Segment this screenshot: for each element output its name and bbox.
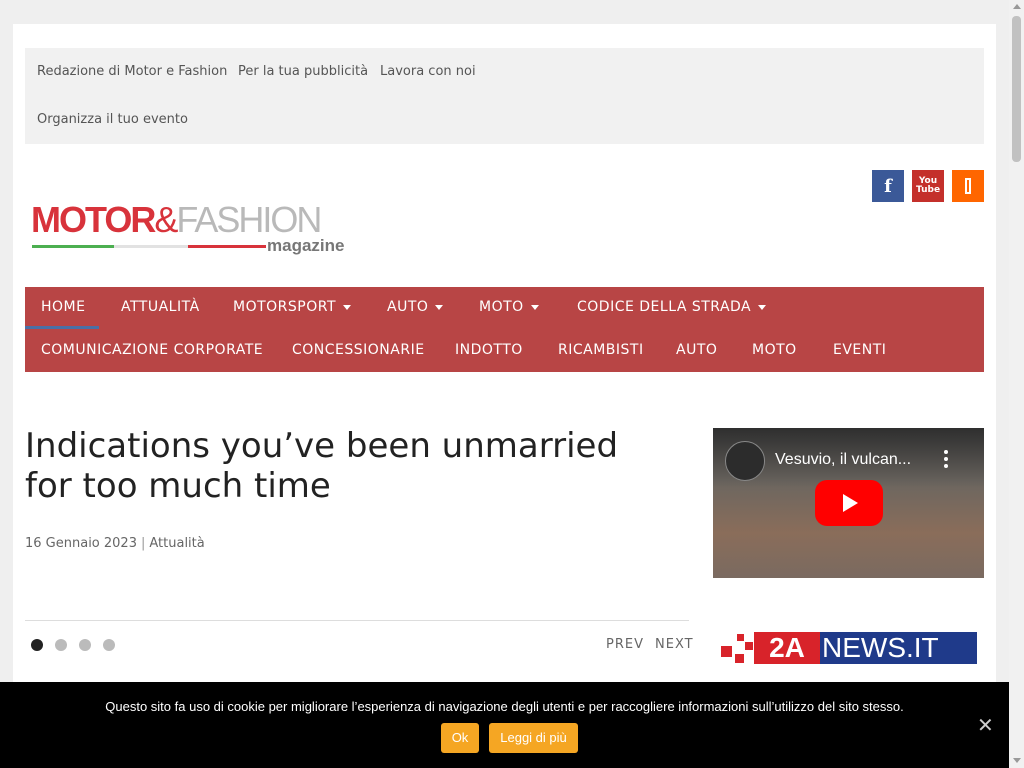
- logo-motor: MOTOR: [31, 199, 156, 240]
- caret-down-icon: [435, 304, 444, 310]
- nav-home-label: HOME: [41, 299, 86, 315]
- scrollbar-thumb[interactable]: [1012, 16, 1021, 162]
- facebook-icon[interactable]: f: [872, 170, 904, 202]
- cookie-text: Questo sito fa uso di cookie per miglior…: [105, 699, 904, 714]
- scrollbar[interactable]: [1009, 0, 1024, 768]
- nav-item-codice-strada[interactable]: CODICE DELLA STRADA: [577, 299, 767, 315]
- article-title[interactable]: Indications you’ve been unmarried for to…: [25, 426, 665, 506]
- youtube-icon[interactable]: You Tube: [912, 170, 944, 202]
- logo-amp: &: [154, 199, 178, 240]
- channel-avatar[interactable]: [725, 441, 765, 481]
- news-2a-label: 2A: [754, 632, 820, 664]
- 2anews-banner[interactable]: 2A NEWS.IT: [721, 626, 977, 668]
- close-icon[interactable]: ✕: [977, 715, 994, 735]
- top-bar: Redazione di Motor e Fashion Per la tua …: [25, 48, 984, 144]
- more-vert-icon[interactable]: [943, 450, 949, 470]
- nav-auto-label: AUTO: [387, 299, 429, 315]
- video-embed[interactable]: Vesuvio, il vulcan...: [713, 428, 984, 578]
- logo-square: [745, 642, 753, 650]
- nav-motorsport-label: MOTORSPORT: [233, 299, 337, 315]
- caret-down-icon: [758, 304, 767, 310]
- topbar-link-redazione[interactable]: Redazione di Motor e Fashion: [37, 64, 227, 79]
- site-logo[interactable]: MOTOR&FASHION magazine: [31, 200, 361, 262]
- article-category[interactable]: Attualità: [149, 536, 204, 551]
- scroll-up-arrow-icon[interactable]: [1013, 4, 1021, 9]
- slider-dot-2[interactable]: [55, 639, 67, 651]
- topbar-link-pubblicita[interactable]: Per la tua pubblicità: [238, 64, 368, 79]
- nav-item-auto-2[interactable]: AUTO: [676, 342, 717, 358]
- slider-dot-3[interactable]: [79, 639, 91, 651]
- nav-item-motorsport[interactable]: MOTORSPORT: [233, 299, 352, 315]
- nav-item-concessionarie[interactable]: CONCESSIONARIE: [292, 342, 425, 358]
- nav-attualita-label: ATTUALITÀ: [121, 299, 200, 315]
- nav-item-eventi[interactable]: EVENTI: [833, 342, 886, 358]
- logo-square: [737, 634, 744, 641]
- page-container: Redazione di Motor e Fashion Per la tua …: [13, 24, 996, 768]
- nav-moto-label: MOTO: [479, 299, 524, 315]
- nav-item-comunicazione[interactable]: COMUNICAZIONE CORPORATE: [41, 342, 263, 358]
- rss-icon[interactable]: [952, 170, 984, 202]
- nav-item-moto-2[interactable]: MOTO: [752, 342, 797, 358]
- cookie-ok-button[interactable]: Ok: [441, 723, 479, 753]
- logo-magazine: magazine: [267, 236, 345, 255]
- slider-divider: [25, 620, 689, 621]
- scroll-down-arrow-icon[interactable]: [1013, 758, 1021, 763]
- slider-next-button[interactable]: NEXT: [655, 637, 694, 652]
- logo-wordmark: MOTOR&FASHION: [31, 199, 322, 241]
- play-button[interactable]: [815, 480, 883, 526]
- meta-separator: |: [140, 536, 146, 551]
- slider-dot-4[interactable]: [103, 639, 115, 651]
- nav-active-indicator: [25, 326, 99, 329]
- article-date: 16 Gennaio 2023: [25, 536, 137, 551]
- topbar-link-evento[interactable]: Organizza il tuo evento: [37, 112, 188, 127]
- facebook-glyph: f: [884, 175, 892, 197]
- youtube-tube: Tube: [915, 185, 941, 195]
- logo-stripe-red: [188, 245, 266, 248]
- logo-stripe-green: [32, 245, 114, 248]
- logo-fashion: FASHION: [176, 199, 322, 240]
- article-meta: 16 Gennaio 2023 | Attualità: [25, 536, 205, 551]
- cookie-banner: Questo sito fa uso di cookie per miglior…: [0, 682, 1009, 768]
- slider-dot-1[interactable]: [31, 639, 43, 651]
- nav-item-indotto[interactable]: INDOTTO: [455, 342, 523, 358]
- nav-item-moto[interactable]: MOTO: [479, 299, 539, 315]
- youtube-label: You Tube: [916, 177, 940, 195]
- cookie-more-button[interactable]: Leggi di più: [489, 723, 578, 753]
- nav-codice-label: CODICE DELLA STRADA: [577, 299, 752, 315]
- nav-item-attualita[interactable]: ATTUALITÀ: [121, 299, 200, 315]
- nav-item-ricambisti[interactable]: RICAMBISTI: [558, 342, 644, 358]
- video-title[interactable]: Vesuvio, il vulcan...: [775, 451, 911, 469]
- play-icon: [843, 494, 858, 512]
- slider-prev-button[interactable]: PREV: [606, 637, 644, 652]
- logo-square: [721, 646, 732, 657]
- main-nav: HOME ATTUALITÀ MOTORSPORT AUTO MOTO CODI…: [25, 287, 984, 372]
- logo-square: [735, 654, 744, 663]
- nav-item-home[interactable]: HOME: [41, 299, 85, 315]
- caret-down-icon: [343, 304, 352, 310]
- logo-stripe-white: [114, 245, 188, 248]
- caret-down-icon: [530, 304, 539, 310]
- rss-glyph: [965, 178, 971, 194]
- news-banner-text: NEWS.IT: [822, 632, 939, 663]
- nav-item-auto[interactable]: AUTO: [387, 299, 444, 315]
- topbar-link-lavora[interactable]: Lavora con noi: [380, 64, 476, 79]
